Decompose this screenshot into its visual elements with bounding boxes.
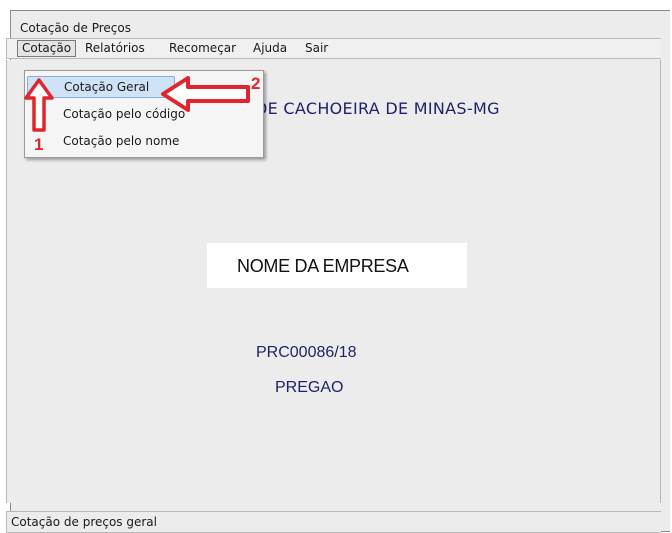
header-text: DE CACHOEIRA DE MINAS-MG bbox=[255, 99, 500, 118]
red-left-arrow-icon bbox=[161, 76, 250, 112]
menu-recomecar[interactable]: Recomeçar bbox=[165, 40, 240, 57]
annotation-number-1: 1 bbox=[34, 135, 44, 154]
company-name-box: NOME DA EMPRESA bbox=[207, 243, 467, 288]
modality-label: PREGAO bbox=[275, 379, 344, 396]
menu-sair[interactable]: Sair bbox=[301, 40, 332, 57]
menu-item-cotacao-pelo-nome[interactable]: Cotação pelo nome bbox=[27, 130, 227, 152]
menu-bar: Cotação Relatórios Recomeçar Ajuda Sair bbox=[6, 38, 661, 59]
menu-cotacao[interactable]: Cotação bbox=[17, 40, 77, 57]
company-name: NOME DA EMPRESA bbox=[237, 256, 409, 276]
annotation-number-2: 2 bbox=[251, 74, 261, 93]
menu-relatorios[interactable]: Relatórios bbox=[81, 40, 149, 57]
menu-ajuda[interactable]: Ajuda bbox=[249, 40, 291, 57]
window-title: Cotação de Preços bbox=[20, 21, 131, 35]
status-text: Cotação de preços geral bbox=[11, 515, 157, 529]
process-code: PRC00086/18 bbox=[256, 344, 357, 361]
status-bar: Cotação de preços geral bbox=[6, 511, 661, 533]
red-up-arrow-icon bbox=[24, 78, 54, 132]
